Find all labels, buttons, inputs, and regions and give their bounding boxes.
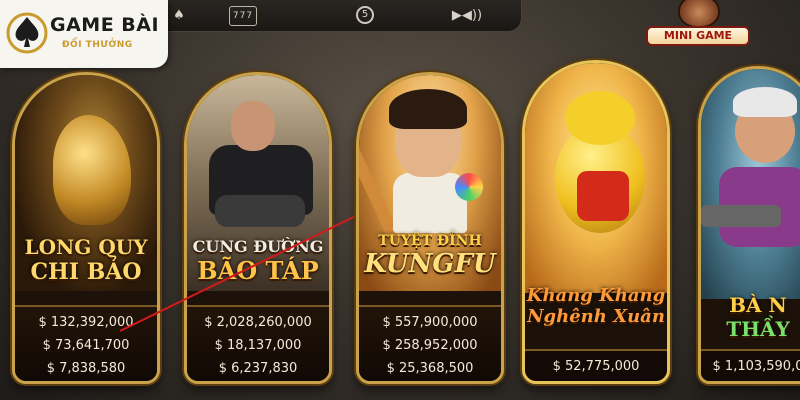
game-title-line1: Khang Khang: [526, 285, 666, 306]
logo-subtitle: ĐỔI THƯỞNG: [62, 40, 133, 50]
jackpot-list: $ 52,775,000: [525, 349, 667, 381]
mini-game-label: MINI GAME: [646, 26, 750, 46]
mini-game-character-icon: [678, 0, 720, 28]
kungfu-hair-icon: [389, 89, 467, 129]
jackpot-list: $ 2,028,260,000 $ 18,137,000 $ 6,237,830: [187, 305, 329, 381]
jackpot-value: $ 557,900,000: [382, 315, 478, 330]
game-title-line2: BÃO TÁP: [197, 256, 319, 285]
game-art-snake: [525, 63, 667, 293]
game-title-line2: KUNGFU: [364, 249, 496, 279]
lollipop-icon: [455, 173, 483, 201]
jackpot-value: $ 1,103,590,0: [712, 359, 800, 374]
video-sound-icon[interactable]: ▶◀)): [449, 6, 485, 26]
jackpot-value: $ 6,237,830: [218, 361, 298, 376]
jackpot-list: $ 1,103,590,0: [701, 349, 800, 381]
game-title-line2: THẦY: [726, 317, 790, 341]
top-nav-bar: ♠ 777 5 ▶◀)): [150, 0, 522, 32]
game-card-tuyet-dinh-kungfu[interactable]: TUYỆT ĐỈNH KUNGFU $ 557,900,000 $ 258,95…: [356, 72, 504, 384]
game-title: LONG QUY CHI BẢO: [15, 225, 157, 305]
cards-icon[interactable]: ♠: [169, 6, 189, 26]
spade-logo-icon: [6, 12, 48, 54]
game-card-long-quy-chi-bao[interactable]: LONG QUY CHI BẢO $ 132,392,000 $ 73,641,…: [12, 72, 160, 384]
jackpot-value: $ 52,775,000: [552, 359, 640, 374]
game-title-line1: LONG QUY: [24, 235, 148, 259]
slot-777-icon[interactable]: 777: [229, 6, 257, 26]
jackpot-list: $ 132,392,000 $ 73,641,700 $ 7,838,580: [15, 305, 157, 381]
game-card-cung-duong-bao-tap[interactable]: CUNG ĐƯỜNG BÃO TÁP $ 2,028,260,000 $ 18,…: [184, 72, 332, 384]
game-card-ba-noi-vs-thay[interactable]: BÀ N THẦY $ 1,103,590,0: [698, 66, 800, 384]
snake-head-icon: [565, 91, 635, 145]
game-art-granny: [701, 69, 800, 299]
dragon-icon: [53, 115, 131, 225]
chip-icon[interactable]: 5: [356, 6, 374, 24]
snake-shirt-icon: [577, 171, 629, 221]
game-title: TUYỆT ĐỈNH KUNGFU: [359, 225, 501, 305]
granny-hair-icon: [733, 87, 797, 117]
minigun-icon: [701, 205, 781, 227]
jackpot-value: $ 25,368,500: [386, 361, 474, 376]
game-title-line2: Nghênh Xuân: [527, 306, 665, 327]
mini-game-button[interactable]: MINI GAME: [646, 0, 750, 48]
jackpot-list: $ 557,900,000 $ 258,952,000 $ 25,368,500: [359, 305, 501, 381]
site-logo[interactable]: GAME BÀI ĐỔI THƯỞNG: [0, 0, 168, 68]
jackpot-value: $ 2,028,260,000: [204, 315, 312, 330]
logo-title: GAME BÀI: [50, 14, 160, 36]
game-title-line1: TUYỆT ĐỈNH: [378, 233, 482, 249]
jackpot-value: $ 7,838,580: [46, 361, 126, 376]
jackpot-value: $ 73,641,700: [42, 338, 130, 353]
game-card-khang-khang-nghenh-xuan[interactable]: Khang Khang Nghênh Xuân $ 52,775,000: [522, 60, 670, 384]
jackpot-value: $ 18,137,000: [214, 338, 302, 353]
motorcycle-icon: [215, 195, 305, 227]
jackpot-value: $ 258,952,000: [382, 338, 478, 353]
biker-head-icon: [231, 101, 275, 151]
game-title-line1: BÀ N: [729, 293, 787, 317]
game-title-line2: CHI BẢO: [30, 259, 142, 285]
